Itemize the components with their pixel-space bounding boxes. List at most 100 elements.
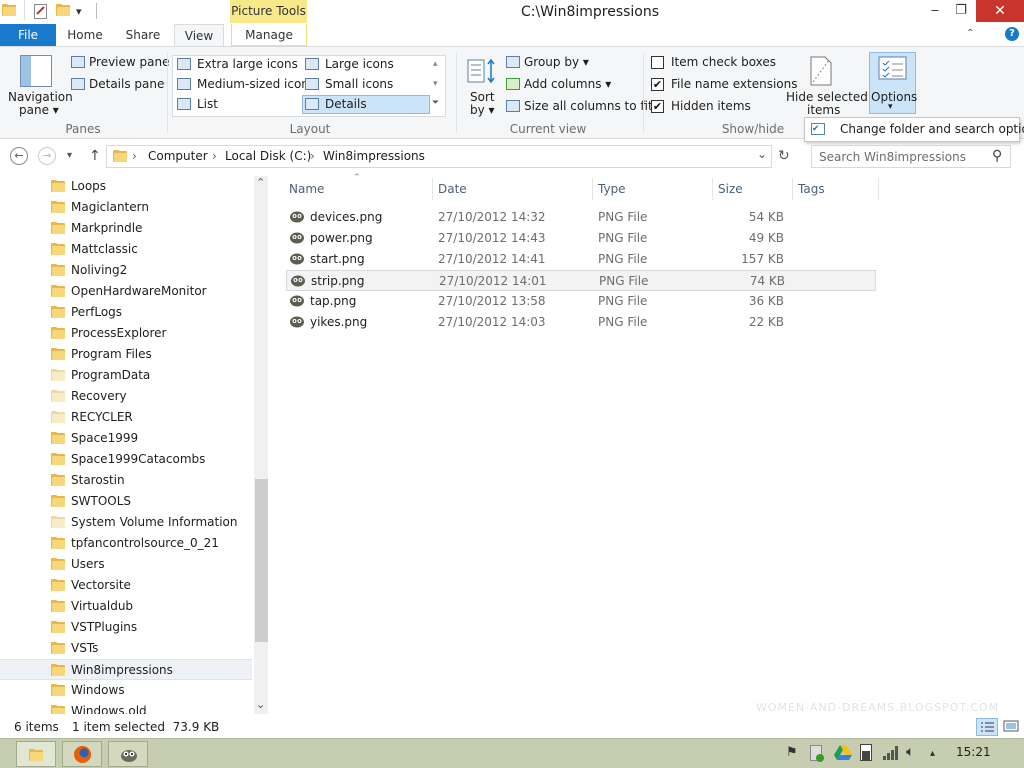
change-folder-options-item[interactable]: Change folder and search options [840, 122, 1024, 136]
nav-item-folder[interactable]: tpfancontrolsource_0_21 [0, 533, 252, 554]
details-view-toggle[interactable] [976, 718, 998, 736]
address-dropdown-icon[interactable]: ⌄ [757, 147, 767, 161]
tab-share[interactable]: Share [120, 24, 166, 46]
nav-item-folder[interactable]: OpenHardwareMonitor [0, 281, 252, 302]
up-button[interactable]: ↑ [89, 148, 101, 164]
properties-icon[interactable] [34, 4, 48, 19]
file-name-extensions-checkbox[interactable]: ✔ [651, 78, 664, 91]
sort-by-icon[interactable] [467, 57, 497, 87]
navigation-scrollbar-thumb[interactable] [255, 479, 268, 642]
nav-item-folder[interactable]: Space1999Catacombs [0, 449, 252, 470]
list-option[interactable]: List [197, 97, 218, 111]
nav-item-folder[interactable]: Win8impressions [0, 659, 252, 680]
taskbar-firefox-button[interactable] [62, 741, 102, 767]
extra-large-icons-option[interactable]: Extra large icons [197, 57, 298, 71]
nav-item-folder[interactable]: Starostin [0, 470, 252, 491]
nav-item-folder[interactable]: SWTOOLS [0, 491, 252, 512]
nav-item-folder[interactable]: Windows.old [0, 701, 252, 714]
column-header-name[interactable]: Name [289, 182, 324, 196]
navigation-pane-button[interactable]: Navigation [8, 90, 73, 104]
qat-customize-icon[interactable]: ▾ [76, 5, 82, 18]
layout-more-icon[interactable]: ⏷ [432, 98, 439, 108]
sort-by-button-sub[interactable]: by ▾ [470, 103, 495, 117]
nav-item-folder[interactable]: RECYCLER [0, 407, 252, 428]
nav-item-folder[interactable]: Recovery [0, 386, 252, 407]
nav-item-folder[interactable]: Markprindle [0, 218, 252, 239]
google-drive-icon[interactable] [834, 744, 852, 763]
usb-drive-icon[interactable] [810, 745, 824, 762]
file-row[interactable]: start.png 27/10/2012 14:41 PNG File 157 KB [286, 249, 876, 270]
nav-scroll-up-icon[interactable]: ⌃ [256, 176, 265, 189]
group-by-button[interactable]: Group by ▾ [524, 55, 589, 69]
sort-by-button[interactable]: Sort [470, 90, 495, 104]
column-header-size[interactable]: Size [718, 182, 743, 196]
breadcrumb-win8impressions[interactable]: Win8impressions [323, 149, 425, 163]
network-signal-icon[interactable] [882, 744, 900, 764]
close-button[interactable]: ✕ [976, 0, 1024, 22]
large-icons-option[interactable]: Large icons [325, 57, 394, 71]
large-icons-view-toggle[interactable] [1001, 718, 1021, 736]
nav-scroll-down-icon[interactable]: ⌄ [256, 698, 265, 711]
options-button[interactable]: Options ▾ [869, 52, 917, 114]
nav-item-folder[interactable]: ProcessExplorer [0, 323, 252, 344]
column-divider[interactable] [792, 178, 793, 200]
tab-view[interactable]: View [174, 24, 224, 47]
navigation-pane-button-sub[interactable]: pane ▾ [19, 103, 59, 117]
hide-selected-icon[interactable] [809, 56, 833, 86]
nav-item-folder[interactable]: System Volume Information [0, 512, 252, 533]
taskbar-gimp-button[interactable] [108, 741, 148, 767]
recent-locations-button[interactable]: ▾ [67, 150, 72, 161]
nav-item-folder[interactable]: Program Files [0, 344, 252, 365]
column-divider[interactable] [878, 178, 879, 200]
breadcrumb-local-disk[interactable]: Local Disk (C:) [225, 149, 311, 163]
tab-home[interactable]: Home [62, 24, 108, 46]
column-divider[interactable] [432, 178, 433, 200]
column-header-tags[interactable]: Tags [798, 182, 825, 196]
forward-button[interactable]: → [38, 147, 56, 165]
tab-file[interactable]: File [0, 24, 56, 46]
layout-scroll-up-icon[interactable]: ▴ [433, 59, 438, 69]
column-divider[interactable] [592, 178, 593, 200]
nav-item-folder[interactable]: VSTPlugins [0, 617, 252, 638]
search-icon[interactable]: ⚲ [992, 148, 1002, 164]
nav-item-folder[interactable]: Noliving2 [0, 260, 252, 281]
size-all-columns-button[interactable]: Size all columns to fit [524, 99, 653, 113]
layout-scroll-down-icon[interactable]: ▾ [433, 79, 438, 89]
column-divider[interactable] [712, 178, 713, 200]
maximize-button[interactable]: ❐ [946, 0, 976, 22]
refresh-button[interactable]: ↻ [778, 148, 790, 164]
details-pane-button[interactable]: Details pane [89, 77, 164, 91]
file-row[interactable]: power.png 27/10/2012 14:43 PNG File 49 KB [286, 228, 876, 249]
action-center-flag-icon[interactable]: ⚑ [786, 745, 798, 760]
battery-icon[interactable] [860, 744, 872, 761]
item-check-boxes-checkbox[interactable] [651, 56, 664, 69]
show-hidden-icons-icon[interactable]: ▴ [930, 748, 935, 759]
address-bar[interactable]: › Computer › Local Disk (C:) › Win8impre… [106, 145, 772, 168]
nav-item-folder[interactable]: Virtualdub [0, 596, 252, 617]
file-row[interactable]: devices.png 27/10/2012 14:32 PNG File 54 KB [286, 207, 876, 228]
nav-item-folder[interactable]: ProgramData [0, 365, 252, 386]
nav-item-folder[interactable]: Users [0, 554, 252, 575]
ribbon-collapse-icon[interactable]: ⌃ [966, 28, 974, 39]
medium-icons-option[interactable]: Medium-sized icons [197, 77, 315, 91]
nav-item-folder[interactable]: Loops [0, 176, 252, 197]
nav-item-folder[interactable]: Windows [0, 680, 252, 701]
add-columns-button[interactable]: Add columns ▾ [524, 77, 611, 91]
column-header-date[interactable]: Date [438, 182, 467, 196]
small-icons-option[interactable]: Small icons [325, 77, 393, 91]
details-option[interactable]: Details [325, 97, 367, 111]
breadcrumb-computer[interactable]: Computer [148, 149, 208, 163]
nav-item-folder[interactable]: Vectorsite [0, 575, 252, 596]
back-button[interactable]: ← [10, 147, 28, 165]
preview-pane-button[interactable]: Preview pane [89, 55, 169, 69]
nav-item-folder[interactable]: Magiclantern [0, 197, 252, 218]
taskbar-clock[interactable]: 15:21 [956, 745, 991, 759]
volume-icon[interactable]: 🔈︎ [906, 744, 914, 760]
taskbar-explorer-button[interactable] [16, 741, 56, 767]
nav-item-folder[interactable]: PerfLogs [0, 302, 252, 323]
tab-manage[interactable]: Manage [231, 24, 307, 46]
nav-item-folder[interactable]: Mattclassic [0, 239, 252, 260]
nav-item-folder[interactable]: Space1999 [0, 428, 252, 449]
hide-selected-button[interactable]: Hide selected [786, 90, 868, 104]
search-input[interactable]: Search Win8impressions ⚲ [811, 145, 1011, 168]
